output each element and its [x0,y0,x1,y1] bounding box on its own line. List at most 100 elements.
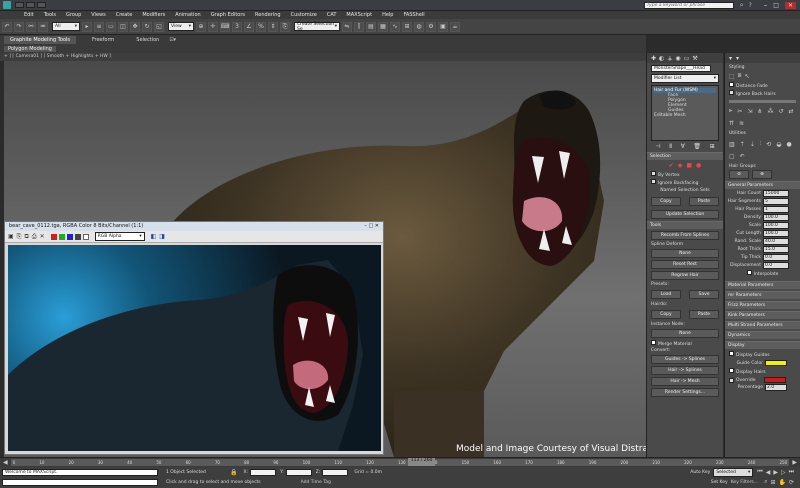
edit-named-sel-icon[interactable]: ⎘ [280,21,290,32]
shift-icon[interactable]: ⇄ [789,108,794,115]
select-manipulate-icon[interactable]: ✛ [208,21,218,32]
prev-frame-icon[interactable]: ◀ [766,469,771,476]
z-coord-field[interactable] [322,468,349,476]
menu-cat[interactable]: CAT [327,12,337,18]
guides-level-icon[interactable]: ✔ [669,162,674,169]
guides-to-splines-button[interactable]: Guides -> Splines [651,355,719,364]
next-frame-icon[interactable]: ▷ [781,469,786,476]
key-filters-button[interactable]: Key Filters... [731,480,758,485]
panel-tab-icon-1[interactable]: ▾ [729,55,732,62]
tip-thick-spinner[interactable]: 0.0 [763,254,789,261]
display-hairs-option[interactable]: Display Hairs [729,368,796,375]
frame-window-controls[interactable]: – □ ✕ [364,223,379,230]
reset-rest-button[interactable]: Reset Rest [651,260,719,269]
pan-icon[interactable]: ✋ [778,479,785,486]
reference-coord-dropdown[interactable]: View ▾ [168,22,194,31]
merge-material-option[interactable]: Merge Material [651,340,719,347]
brush-size-slider[interactable] [729,100,796,103]
interpolate-option[interactable]: Interpolate [729,270,796,277]
clump-icon[interactable]: ⋔ [757,108,762,115]
hair-to-splines-button[interactable]: Hair -> Splines [651,366,719,375]
save-image-icon[interactable]: ▣ [8,233,14,240]
align-icon[interactable]: ⫿ [354,21,364,32]
twist-icon[interactable]: ↺ [778,108,783,115]
hair-to-mesh-button[interactable]: Hair -> Mesh [651,377,719,386]
menu-views[interactable]: Views [91,12,105,18]
unlink-icon[interactable]: ⚮ [38,21,48,32]
rotate-icon[interactable]: ↻ [142,21,152,32]
modify-tab-icon[interactable]: ◐ [659,55,664,62]
zoom-all-icon[interactable]: ⊞ [770,479,775,486]
tab-selection[interactable]: Selection [130,36,165,44]
menu-animation[interactable]: Animation [175,12,201,18]
stack-item-editable-mesh[interactable]: Editable Mesh [654,113,716,118]
menu-help[interactable]: Help [382,12,393,18]
distance-fade-option[interactable]: Distance Fade [729,82,796,89]
red-channel-icon[interactable] [50,233,57,240]
tab-graphite-modeling[interactable]: Graphite Modeling Tools [4,35,77,44]
menu-edit[interactable]: Edit [24,12,34,18]
link-icon[interactable]: ⚯ [26,21,36,32]
modifier-list-dropdown[interactable]: Modifier List ▾ [651,74,719,83]
display-guides-option[interactable]: Display Guides [729,351,796,358]
lock-hairs-icon[interactable]: ● [787,141,792,148]
schematic-view-icon[interactable]: ⊞ [402,21,412,32]
quick-access-open-icon[interactable] [26,2,35,8]
render-settings-button[interactable]: Render Settings... [651,388,719,397]
merge-group-button[interactable]: ⊗ [752,170,772,179]
select-wand-icon[interactable]: ⧈ [738,72,742,80]
override-color-swatch[interactable] [764,377,786,383]
rand-scale-spinner[interactable]: 40.0 [763,238,789,245]
attenuate-icon[interactable]: ▥ [729,141,735,148]
rollout-multi-strand[interactable]: Multi Strand Parameters [725,321,800,329]
cut-icon[interactable]: ✂ [737,108,742,115]
reset-icon[interactable]: ⟲ [766,141,771,148]
copy-image-icon[interactable]: ⎘ [17,233,22,241]
regrow-hair-button[interactable]: Regrow Hair [651,271,719,280]
scale-icon[interactable]: ◱ [154,21,164,32]
menu-customize[interactable]: Customize [291,12,317,18]
percentage-spinner[interactable]: 2.0 [765,384,787,391]
selection-filter-dropdown[interactable]: All ▾ [52,22,80,31]
pivot-icon[interactable]: ⊕ [196,21,206,32]
pop-selected-icon[interactable]: ⇡ [740,141,745,148]
by-vertex-option[interactable]: By Vertex [651,171,719,178]
make-unique-icon[interactable]: ∀ [681,143,685,150]
menu-graph-editors[interactable]: Graph Editors [211,12,245,18]
hair-segments-spinner[interactable]: 5 [763,198,789,205]
unlock-icon[interactable]: ▢ [729,153,735,160]
layer-manager-icon[interactable]: ▤ [366,21,376,32]
material-editor-icon[interactable]: ◍ [414,21,424,32]
scale-spinner[interactable]: 100.0 [763,222,789,229]
face-level-icon[interactable]: ◆ [678,162,683,169]
select-object-icon[interactable]: ▸ [82,21,92,32]
ignore-back-hairs-option[interactable]: Ignore Back Hairs [729,90,796,97]
show-end-result-icon[interactable]: Ⅱ [669,143,672,150]
percent-snap-icon[interactable]: % [256,21,266,32]
lock-selection-icon[interactable]: 🔒 [230,469,237,476]
ignore-backfacing-option[interactable]: Ignore Backfacing [651,179,719,186]
tab-freeform[interactable]: Freeform [86,36,120,44]
quick-access-new-icon[interactable] [15,2,24,8]
save-preset-button[interactable]: Save [689,290,719,299]
modifier-stack[interactable]: Hair and Fur (WSM) Face Polygon Element … [651,85,719,141]
move-icon[interactable]: ✥ [130,21,140,32]
hair-count-spinner[interactable]: 15000 [763,190,789,197]
hierarchy-tab-icon[interactable]: ⚶ [667,55,672,62]
close-button[interactable]: ✕ [784,1,796,9]
frame-window-titlebar[interactable]: bear_cave_0112.tga, RGBA Color 8 Bits/Ch… [5,222,383,231]
named-selection-dropdown[interactable]: Create Selection Se ▾ [294,22,340,32]
recomb-from-splines-button[interactable]: Recomb From Splines [651,231,719,240]
utilities-tab-icon[interactable]: ⚒ [692,55,697,62]
viewport-label[interactable]: + ] [ Camera01 ] [ Smooth + Highlights +… [0,53,646,61]
pin-stack-icon[interactable]: ⊣ [655,143,660,150]
render-icon[interactable]: ☕ [450,21,460,32]
spline-deform-none-button[interactable]: None [651,249,719,258]
select-by-name-icon[interactable]: ≡ [94,21,104,32]
recomb-icon[interactable]: ⫶ [760,140,762,148]
display-tab-icon[interactable]: ▭ [684,55,690,62]
alpha-channel-icon[interactable] [74,233,81,240]
green-channel-icon[interactable] [58,233,65,240]
comb-icon[interactable]: ⫸ [729,107,732,115]
hairdo-copy-button[interactable]: Copy [651,310,681,319]
